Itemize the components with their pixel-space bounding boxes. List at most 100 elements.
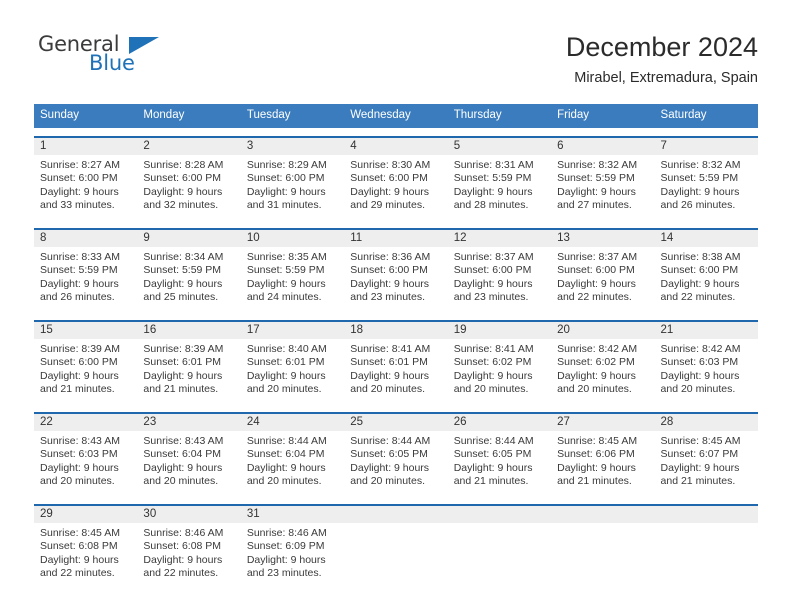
sunset-text: Sunset: 6:00 PM: [557, 264, 635, 277]
day-cell[interactable]: 7 Sunrise: 8:32 AM Sunset: 5:59 PM Dayli…: [654, 138, 758, 220]
sunrise-text: Sunrise: 8:39 AM: [143, 343, 224, 355]
sunrise-text: Sunrise: 8:41 AM: [350, 343, 431, 355]
day-cell[interactable]: 17 Sunrise: 8:40 AM Sunset: 6:01 PM Dayl…: [240, 322, 345, 404]
day-cell[interactable]: 3 Sunrise: 8:29 AM Sunset: 6:00 PM Dayli…: [240, 138, 345, 220]
day-cell[interactable]: 26 Sunrise: 8:44 AM Sunset: 6:05 PM Dayl…: [447, 414, 552, 496]
calendar-page: General Blue December 2024 Mirabel, Extr…: [0, 0, 792, 612]
sunrise-text: Sunrise: 8:45 AM: [40, 527, 120, 539]
day-number: 12: [447, 230, 552, 247]
day-cell[interactable]: 30 Sunrise: 8:46 AM Sunset: 6:08 PM Dayl…: [137, 506, 241, 588]
day-details: Sunrise: 8:43 AM Sunset: 6:03 PM Dayligh…: [34, 431, 137, 489]
day-cell[interactable]: 23 Sunrise: 8:43 AM Sunset: 6:04 PM Dayl…: [137, 414, 241, 496]
day-cell[interactable]: 11 Sunrise: 8:36 AM Sunset: 6:00 PM Dayl…: [344, 230, 448, 312]
day-number: 6: [551, 138, 655, 155]
day-details: Sunrise: 8:45 AM Sunset: 6:08 PM Dayligh…: [34, 523, 137, 581]
sunset-text: Sunset: 6:00 PM: [143, 172, 222, 185]
sunrise-text: Sunrise: 8:30 AM: [350, 159, 431, 171]
sunset-text: Sunset: 6:07 PM: [660, 448, 739, 461]
sunrise-text: Sunrise: 8:39 AM: [40, 343, 120, 355]
day-details: Sunrise: 8:43 AM Sunset: 6:04 PM Dayligh…: [137, 431, 240, 489]
week-row: 8 Sunrise: 8:33 AM Sunset: 5:59 PM Dayli…: [34, 228, 758, 312]
day-details: Sunrise: 8:41 AM Sunset: 6:02 PM Dayligh…: [448, 339, 551, 397]
general-blue-logo[interactable]: General Blue: [34, 30, 164, 78]
sunrise-text: Sunrise: 8:42 AM: [557, 343, 638, 355]
daylight-text-line1: Daylight: 9 hours: [453, 277, 533, 290]
sunrise-text: Sunrise: 8:37 AM: [453, 251, 534, 263]
sunset-text: Sunset: 6:09 PM: [246, 540, 325, 553]
day-details: Sunrise: 8:45 AM Sunset: 6:07 PM Dayligh…: [655, 431, 758, 489]
sunset-text: Sunset: 6:00 PM: [40, 172, 118, 185]
day-cell[interactable]: 31 Sunrise: 8:46 AM Sunset: 6:09 PM Dayl…: [240, 506, 345, 588]
day-cell[interactable]: 14 Sunrise: 8:38 AM Sunset: 6:00 PM Dayl…: [654, 230, 758, 312]
day-cell[interactable]: 4 Sunrise: 8:30 AM Sunset: 6:00 PM Dayli…: [344, 138, 448, 220]
day-cell[interactable]: 1 Sunrise: 8:27 AM Sunset: 6:00 PM Dayli…: [34, 138, 138, 220]
sunrise-text: Sunrise: 8:44 AM: [453, 435, 534, 447]
daylight-text-line1: Daylight: 9 hours: [143, 277, 223, 290]
day-number: 22: [34, 414, 138, 431]
day-cell[interactable]: 6 Sunrise: 8:32 AM Sunset: 5:59 PM Dayli…: [551, 138, 655, 220]
daylight-text-line1: Daylight: 9 hours: [660, 185, 740, 198]
sunrise-text: Sunrise: 8:32 AM: [660, 159, 741, 171]
sunset-text: Sunset: 6:01 PM: [350, 356, 428, 369]
day-details: Sunrise: 8:39 AM Sunset: 6:00 PM Dayligh…: [34, 339, 137, 397]
daylight-text-line2: and 26 minutes.: [660, 199, 736, 212]
sunrise-text: Sunrise: 8:45 AM: [557, 435, 638, 447]
day-details: Sunrise: 8:41 AM Sunset: 6:01 PM Dayligh…: [344, 339, 447, 397]
day-details: Sunrise: 8:46 AM Sunset: 6:09 PM Dayligh…: [241, 523, 344, 581]
day-cell[interactable]: 27 Sunrise: 8:45 AM Sunset: 6:06 PM Dayl…: [551, 414, 655, 496]
sunset-text: Sunset: 6:00 PM: [40, 356, 118, 369]
sunrise-text: Sunrise: 8:43 AM: [40, 435, 120, 447]
sunset-text: Sunset: 6:05 PM: [350, 448, 428, 461]
day-details: Sunrise: 8:33 AM Sunset: 5:59 PM Dayligh…: [34, 247, 137, 305]
sunrise-text: Sunrise: 8:37 AM: [557, 251, 638, 263]
day-cell[interactable]: 8 Sunrise: 8:33 AM Sunset: 5:59 PM Dayli…: [34, 230, 138, 312]
daylight-text-line2: and 20 minutes.: [40, 475, 115, 488]
day-number: 7: [654, 138, 758, 155]
daylight-text-line1: Daylight: 9 hours: [40, 553, 119, 566]
day-cell[interactable]: 9 Sunrise: 8:34 AM Sunset: 5:59 PM Dayli…: [137, 230, 241, 312]
day-cell[interactable]: 13 Sunrise: 8:37 AM Sunset: 6:00 PM Dayl…: [551, 230, 655, 312]
day-cell[interactable]: 29 Sunrise: 8:45 AM Sunset: 6:08 PM Dayl…: [34, 506, 138, 588]
daylight-text-line2: and 21 minutes.: [453, 475, 529, 488]
week-row: 1 Sunrise: 8:27 AM Sunset: 6:00 PM Dayli…: [34, 136, 758, 220]
daylight-text-line1: Daylight: 9 hours: [453, 461, 533, 474]
day-number: 16: [137, 322, 241, 339]
daylight-text-line1: Daylight: 9 hours: [40, 461, 119, 474]
day-cell[interactable]: 25 Sunrise: 8:44 AM Sunset: 6:05 PM Dayl…: [344, 414, 448, 496]
day-cell[interactable]: 18 Sunrise: 8:41 AM Sunset: 6:01 PM Dayl…: [344, 322, 448, 404]
sunset-text: Sunset: 5:59 PM: [40, 264, 118, 277]
daylight-text-line1: Daylight: 9 hours: [40, 185, 119, 198]
sunset-text: Sunset: 6:00 PM: [660, 264, 739, 277]
day-cell[interactable]: 24 Sunrise: 8:44 AM Sunset: 6:04 PM Dayl…: [240, 414, 345, 496]
sunrise-text: Sunrise: 8:32 AM: [557, 159, 638, 171]
day-cell[interactable]: 10 Sunrise: 8:35 AM Sunset: 5:59 PM Dayl…: [240, 230, 345, 312]
sunrise-text: Sunrise: 8:27 AM: [40, 159, 120, 171]
day-details: Sunrise: 8:30 AM Sunset: 6:00 PM Dayligh…: [344, 155, 447, 213]
sunset-text: Sunset: 6:00 PM: [246, 172, 325, 185]
day-cell[interactable]: 21 Sunrise: 8:42 AM Sunset: 6:03 PM Dayl…: [654, 322, 758, 404]
day-cell[interactable]: 16 Sunrise: 8:39 AM Sunset: 6:01 PM Dayl…: [137, 322, 241, 404]
week-row: 22 Sunrise: 8:43 AM Sunset: 6:03 PM Dayl…: [34, 412, 758, 496]
weekday-header-row: Sunday Monday Tuesday Wednesday Thursday…: [34, 104, 758, 128]
sunset-text: Sunset: 6:08 PM: [143, 540, 222, 553]
day-number: 20: [551, 322, 655, 339]
day-cell[interactable]: 2 Sunrise: 8:28 AM Sunset: 6:00 PM Dayli…: [137, 138, 241, 220]
sunrise-text: Sunrise: 8:34 AM: [143, 251, 224, 263]
day-details: Sunrise: 8:44 AM Sunset: 6:05 PM Dayligh…: [448, 431, 551, 489]
sunset-text: Sunset: 6:03 PM: [660, 356, 739, 369]
sunset-text: Sunset: 6:01 PM: [143, 356, 222, 369]
day-cell[interactable]: 20 Sunrise: 8:42 AM Sunset: 6:02 PM Dayl…: [551, 322, 655, 404]
daylight-text-line1: Daylight: 9 hours: [143, 461, 223, 474]
day-number: 8: [34, 230, 138, 247]
day-cell[interactable]: 22 Sunrise: 8:43 AM Sunset: 6:03 PM Dayl…: [34, 414, 138, 496]
day-number: 23: [137, 414, 241, 431]
day-cell[interactable]: 28 Sunrise: 8:45 AM Sunset: 6:07 PM Dayl…: [654, 414, 758, 496]
day-number: 18: [344, 322, 448, 339]
day-cell[interactable]: 12 Sunrise: 8:37 AM Sunset: 6:00 PM Dayl…: [447, 230, 552, 312]
daylight-text-line1: Daylight: 9 hours: [453, 185, 533, 198]
logo-text-blue: Blue: [89, 51, 135, 75]
day-details: Sunrise: 8:42 AM Sunset: 6:02 PM Dayligh…: [551, 339, 654, 397]
day-cell[interactable]: 5 Sunrise: 8:31 AM Sunset: 5:59 PM Dayli…: [447, 138, 552, 220]
day-cell[interactable]: 19 Sunrise: 8:41 AM Sunset: 6:02 PM Dayl…: [447, 322, 552, 404]
day-cell[interactable]: 15 Sunrise: 8:39 AM Sunset: 6:00 PM Dayl…: [34, 322, 138, 404]
